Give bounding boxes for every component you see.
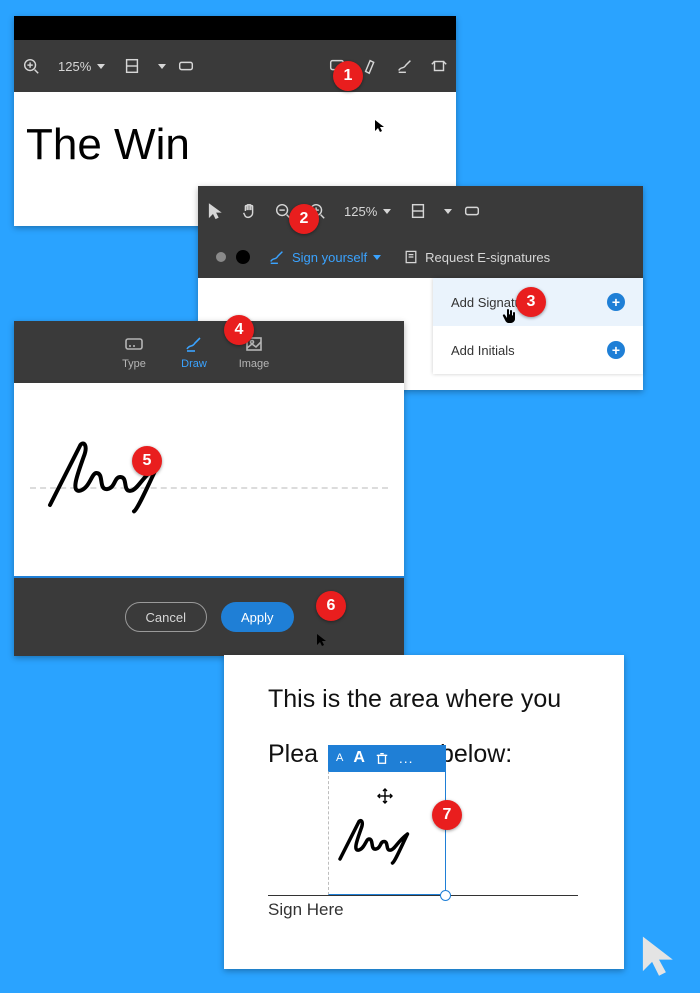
- drawn-signature: [42, 423, 202, 523]
- stamp-icon[interactable]: [422, 46, 456, 86]
- document-text: The Win: [26, 120, 190, 169]
- tab-type[interactable]: Type: [104, 321, 164, 383]
- increase-size-button[interactable]: A: [353, 749, 365, 767]
- secondary-toolbar: 125%: [198, 186, 643, 236]
- add-initials-item[interactable]: Add Initials +: [433, 326, 643, 374]
- decrease-size-button[interactable]: A: [336, 752, 343, 764]
- signature-line: [268, 895, 578, 896]
- cancel-button[interactable]: Cancel: [125, 602, 207, 632]
- zoom-in-icon[interactable]: [14, 46, 48, 86]
- step-marker-3: 3: [516, 287, 546, 317]
- chevron-down-icon: [383, 209, 391, 214]
- step-marker-5: 5: [132, 446, 162, 476]
- step-marker-2: 2: [289, 204, 319, 234]
- step-marker-7: 7: [432, 800, 462, 830]
- placed-signature-box[interactable]: A A ...: [328, 745, 446, 895]
- request-esignatures-button[interactable]: Request E-signatures: [403, 249, 550, 265]
- step-marker-6: 6: [316, 591, 346, 621]
- ghost-cursor-icon: [636, 932, 682, 978]
- zoom-level[interactable]: 125%: [334, 204, 401, 219]
- tab-draw[interactable]: Draw: [164, 321, 224, 383]
- dialog-button-row: Cancel Apply: [14, 578, 404, 656]
- sign-here-label: Sign Here: [268, 900, 344, 920]
- trash-icon[interactable]: [375, 751, 389, 765]
- color-indicator-icon[interactable]: [216, 252, 226, 262]
- canvas-underline: [14, 576, 404, 578]
- chevron-down-icon: [373, 255, 381, 260]
- sign-yourself-button[interactable]: Sign yourself: [268, 248, 381, 266]
- fit-width-icon[interactable]: [401, 191, 435, 231]
- placed-signature-glyph: [335, 806, 435, 872]
- signature-mode-tabs: Type Draw Image: [14, 321, 404, 383]
- plus-icon: +: [607, 341, 625, 359]
- sign-tool-icon[interactable]: [388, 46, 422, 86]
- signature-bounding-box[interactable]: [328, 771, 446, 895]
- color-black-icon[interactable]: [236, 250, 250, 264]
- resize-handle[interactable]: [440, 890, 451, 901]
- select-tool-icon[interactable]: [198, 191, 232, 231]
- chevron-down-icon: [97, 64, 105, 69]
- apply-button[interactable]: Apply: [221, 602, 294, 632]
- step-marker-1: 1: [333, 61, 363, 91]
- hand-tool-icon[interactable]: [232, 191, 266, 231]
- read-mode-icon[interactable]: [169, 46, 203, 86]
- doc-text-line-1: This is the area where you: [268, 685, 580, 714]
- toolbar-caret[interactable]: [435, 191, 455, 231]
- hand-cursor-icon: [502, 308, 516, 324]
- read-mode-icon[interactable]: [455, 191, 489, 231]
- step-marker-4: 4: [224, 315, 254, 345]
- toolbar-caret[interactable]: [149, 46, 169, 86]
- zoom-level[interactable]: 125%: [48, 59, 115, 74]
- more-options-button[interactable]: ...: [399, 750, 414, 766]
- move-icon[interactable]: [377, 788, 393, 804]
- cursor-pointer-icon: [374, 119, 388, 133]
- cursor-pointer-icon: [316, 633, 330, 647]
- fit-width-icon[interactable]: [115, 46, 149, 86]
- window-titlebar: [14, 16, 456, 40]
- signature-edit-toolbar: A A ...: [328, 745, 446, 771]
- signature-draw-canvas[interactable]: [14, 383, 404, 578]
- plus-icon: +: [607, 293, 625, 311]
- sign-toolbar: Sign yourself Request E-signatures: [198, 236, 643, 278]
- top-toolbar: 125%: [14, 40, 456, 92]
